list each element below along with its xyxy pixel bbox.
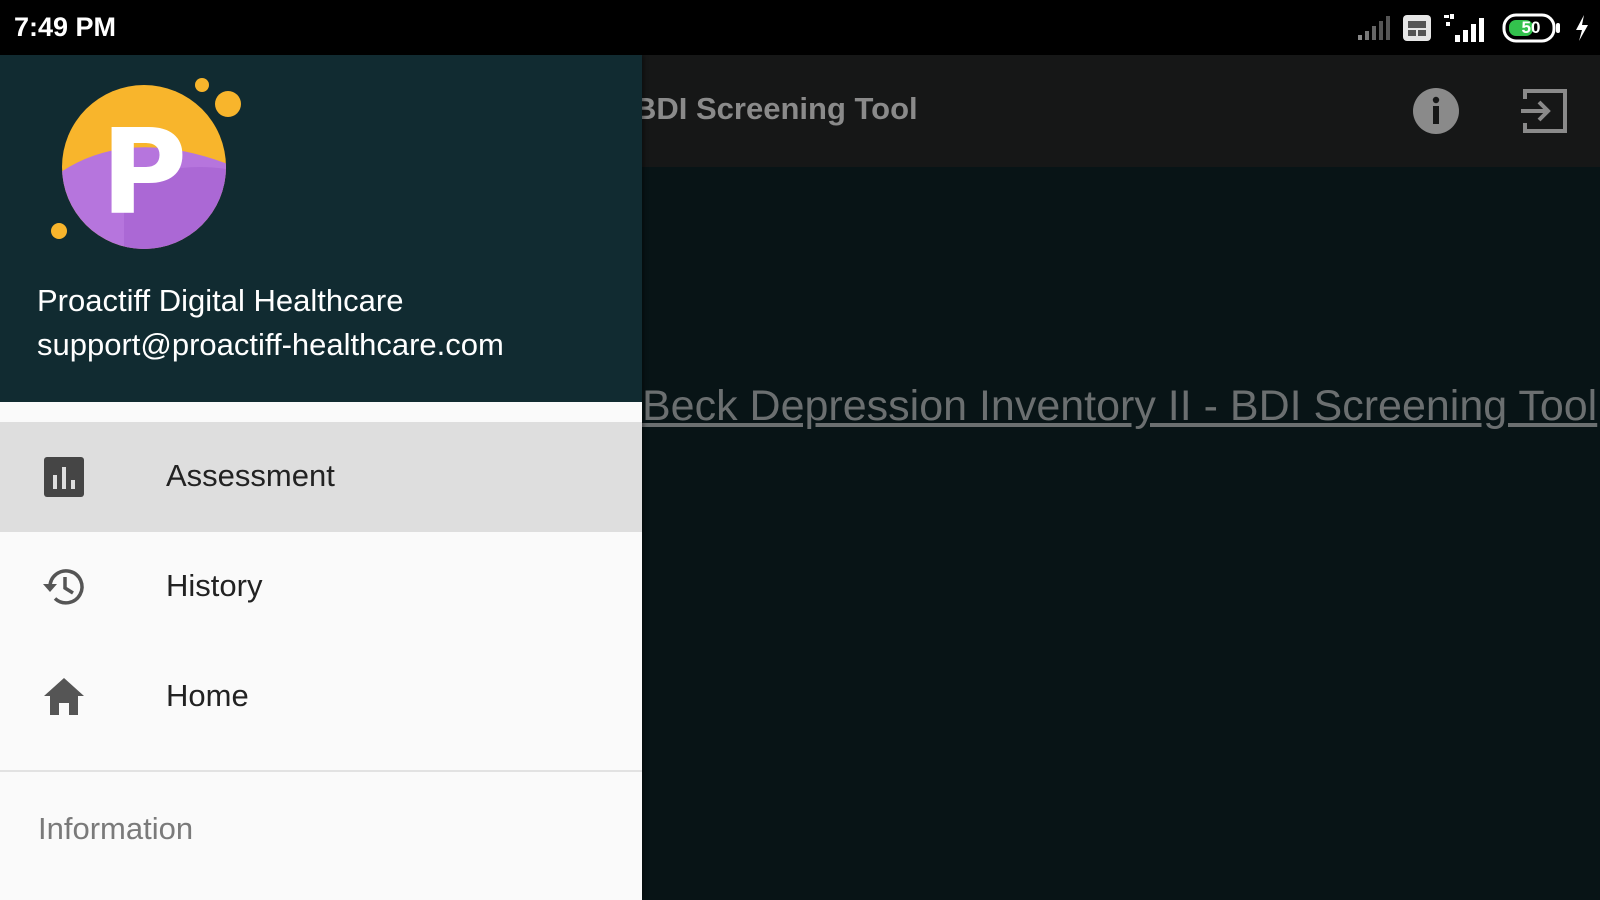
account-name: Proactiff Digital Healthcare <box>37 283 404 318</box>
status-icons: 50 <box>1356 12 1590 44</box>
home-icon <box>44 678 84 715</box>
history-icon <box>43 569 84 605</box>
account-email: support@proactiff-healthcare.com <box>37 327 504 362</box>
charging-icon <box>1576 15 1588 41</box>
menu-item-assessment[interactable]: Assessment <box>0 422 642 532</box>
logo-letter: P <box>101 103 187 241</box>
toolbar-title: BDI Screening Tool <box>634 91 918 126</box>
info-icon[interactable] <box>1408 83 1464 139</box>
app-screen: BDI Screening Tool Beck Depression Inven… <box>0 0 1600 900</box>
logout-icon[interactable] <box>1517 83 1573 139</box>
menu-item-home[interactable]: Home <box>0 642 642 752</box>
battery-indicator: 50 <box>1502 13 1562 43</box>
menu-label-assessment: Assessment <box>166 458 335 493</box>
battery-level: 50 <box>1521 18 1541 37</box>
sim-icon <box>1403 15 1431 41</box>
menu-label-history: History <box>166 568 263 603</box>
section-header-information: Information <box>38 811 194 846</box>
menu-divider <box>0 770 642 772</box>
status-bar: 7:49 PM 50 <box>0 0 1600 55</box>
drawer-header: P Proactiff Digital Healthcare support@p… <box>0 55 642 402</box>
bdi-tool-link[interactable]: Beck Depression Inventory II - BDI Scree… <box>642 382 1597 431</box>
navigation-drawer: P Proactiff Digital Healthcare support@p… <box>0 55 642 900</box>
menu-item-history[interactable]: History <box>0 532 642 642</box>
signal-weak-icon <box>1358 16 1390 40</box>
signal-4g-icon <box>1444 14 1484 42</box>
bar-chart-icon <box>44 457 84 497</box>
menu-label-home: Home <box>166 678 249 713</box>
drawer-menu: Assessment History Home <box>0 422 642 752</box>
status-time: 7:49 PM <box>14 12 117 42</box>
app-logo-icon: P <box>51 78 241 249</box>
